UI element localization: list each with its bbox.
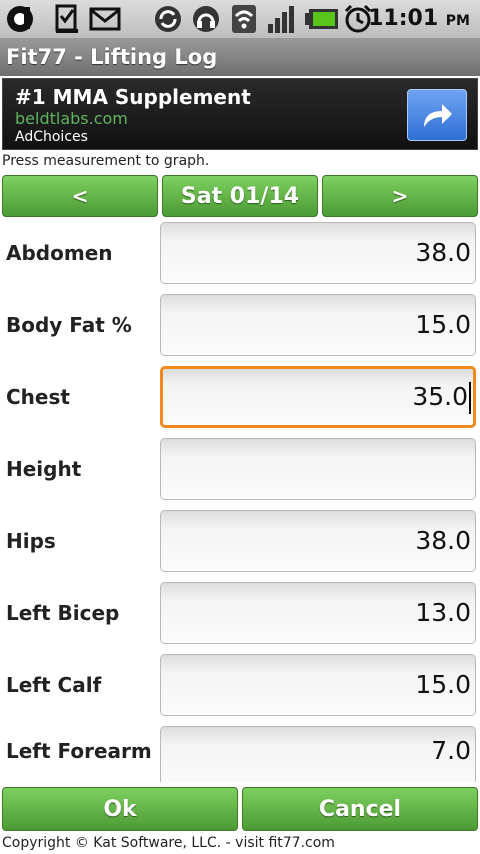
- status-time: 11:01 PM: [368, 6, 470, 31]
- measurement-row-height: Height: [0, 438, 480, 510]
- cancel-button[interactable]: Cancel: [242, 787, 478, 831]
- sync-icon: [152, 4, 184, 34]
- graph-hint: Press measurement to graph.: [2, 153, 210, 169]
- status-bar: 11:01 PM: [0, 0, 480, 39]
- measurement-input-left-calf[interactable]: 15.0: [160, 654, 476, 716]
- measurement-label[interactable]: Body Fat %: [6, 294, 132, 356]
- gmail-icon: [88, 4, 122, 34]
- measurement-row-chest: Chest 35.0: [0, 366, 480, 438]
- measurement-label[interactable]: Left Bicep: [6, 582, 119, 644]
- signal-icon: [266, 4, 296, 34]
- measurement-input-height[interactable]: [160, 438, 476, 500]
- current-date-button[interactable]: Sat 01/14: [162, 175, 318, 217]
- headset-icon: [190, 4, 222, 34]
- ampm-text: PM: [445, 13, 470, 29]
- app-title: Fit77 - Lifting Log: [6, 45, 218, 69]
- measurement-label[interactable]: Left Calf: [6, 654, 101, 716]
- ad-choices-link[interactable]: AdChoices: [15, 129, 88, 145]
- app-title-bar: Fit77 - Lifting Log: [0, 38, 480, 76]
- battery-icon: [304, 4, 340, 34]
- next-date-button[interactable]: >: [322, 175, 478, 217]
- measurement-row-left-forearm: Left Forearm 7.0: [0, 726, 480, 782]
- measurement-row-left-calf: Left Calf 15.0: [0, 654, 480, 726]
- measurement-label[interactable]: Abdomen: [6, 222, 113, 284]
- measurement-row-abdomen: Abdomen 38.0: [0, 222, 480, 294]
- measurement-input-abdomen[interactable]: 38.0: [160, 222, 476, 284]
- ad-banner[interactable]: #1 MMA Supplement beldtlabs.com AdChoice…: [2, 78, 478, 150]
- measurement-row-hips: Hips 38.0: [0, 510, 480, 582]
- ad-url: beldtlabs.com: [15, 109, 128, 128]
- text-caret: [469, 382, 471, 414]
- copyright-footer: Copyright © Kat Software, LLC. - visit f…: [2, 835, 335, 851]
- measurement-label[interactable]: Hips: [6, 510, 56, 572]
- measurement-value: 35.0: [412, 382, 468, 411]
- measurement-input-left-bicep[interactable]: 13.0: [160, 582, 476, 644]
- measurement-row-left-bicep: Left Bicep 13.0: [0, 582, 480, 654]
- measurement-input-hips[interactable]: 38.0: [160, 510, 476, 572]
- ad-title: #1 MMA Supplement: [15, 85, 251, 109]
- prev-date-button[interactable]: <: [2, 175, 158, 217]
- measurement-label[interactable]: Height: [6, 438, 81, 500]
- share-arrow-icon: [424, 104, 452, 127]
- ok-button[interactable]: Ok: [2, 787, 238, 831]
- measurement-input-chest[interactable]: 35.0: [160, 366, 476, 428]
- time-text: 11:01: [368, 6, 439, 31]
- wifi-icon: [230, 4, 258, 34]
- ad-open-button[interactable]: [407, 89, 467, 141]
- clipboard-check-icon: [52, 4, 82, 34]
- measurement-input-left-forearm[interactable]: 7.0: [160, 726, 476, 782]
- measurement-label[interactable]: Left Forearm: [6, 726, 152, 776]
- measurement-input-body-fat[interactable]: 15.0: [160, 294, 476, 356]
- d-app-icon: [4, 4, 42, 34]
- measurement-label[interactable]: Chest: [6, 366, 70, 428]
- measurement-row-body-fat: Body Fat % 15.0: [0, 294, 480, 366]
